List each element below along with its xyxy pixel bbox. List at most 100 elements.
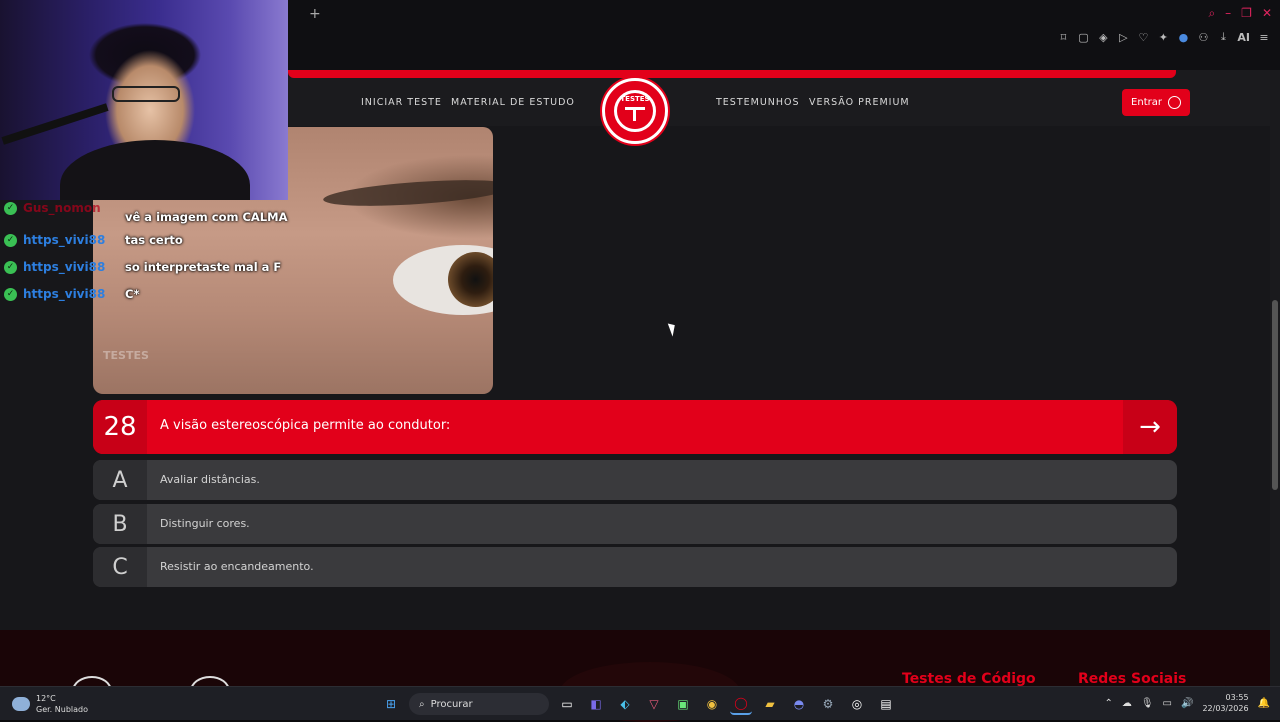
cloud-icon xyxy=(12,697,30,711)
start-button[interactable]: ⊞ xyxy=(380,693,402,715)
chat-username: https_vivi88 xyxy=(23,260,106,274)
app-icon-green[interactable]: ▣ xyxy=(672,693,694,715)
search-icon: ⌕ xyxy=(419,698,425,710)
page-scrollbar[interactable] xyxy=(1270,70,1280,686)
nav-link-versao-premium[interactable]: VERSÃO PREMIUM xyxy=(809,97,910,108)
streamer-body xyxy=(60,140,250,200)
chevron-up-icon[interactable]: ⌃ xyxy=(1104,698,1112,709)
nav-accent-bar xyxy=(288,70,1176,78)
chat-badge-icon: ✓ xyxy=(4,287,17,301)
time: 03:55 xyxy=(1225,693,1249,702)
chat-username: https_vivi88 xyxy=(23,287,106,301)
chat-text: C* xyxy=(125,287,140,301)
window-controls: ⌕ – ❐ ✕ xyxy=(1208,6,1272,21)
answer-letter: A xyxy=(93,460,147,500)
chat-username: https_vivi88 xyxy=(23,233,106,247)
obs-icon[interactable]: ◎ xyxy=(846,693,868,715)
notification-bell-icon[interactable]: 🔔 xyxy=(1258,698,1270,709)
pocket-icon[interactable]: ◈ xyxy=(1097,31,1109,44)
new-tab-button[interactable]: + xyxy=(309,6,321,22)
clock[interactable]: 03:55 22/03/2026 xyxy=(1202,692,1248,714)
search-placeholder: Procurar xyxy=(430,698,473,710)
chat-message: ✓ https_vivi88 xyxy=(4,230,105,250)
answer-letter: C xyxy=(93,547,147,587)
user-icon[interactable]: ⚇ xyxy=(1197,31,1209,44)
notepad-icon[interactable]: ▤ xyxy=(875,693,897,715)
app-icon-purple[interactable]: ◧ xyxy=(585,693,607,715)
minimize-button[interactable]: – xyxy=(1225,6,1231,21)
chat-badge-icon: ✓ xyxy=(4,233,17,247)
download-icon[interactable]: ⤓ xyxy=(1217,30,1229,44)
webcam-overlay xyxy=(0,0,288,200)
answer-option-a[interactable]: A Avaliar distâncias. xyxy=(93,460,1177,500)
footer-title-redes: Redes Sociais xyxy=(1078,671,1187,687)
windows-taskbar: 12°C Ger. Nublado ⊞ ⌕ Procurar ▭ ◧ ⬖ ▽ ▣… xyxy=(0,686,1280,720)
streamer-glasses xyxy=(112,86,180,102)
chat-message: ✓ https_vivi88 xyxy=(4,284,105,304)
date: 22/03/2026 xyxy=(1202,704,1249,713)
aria-ai-button[interactable]: AI xyxy=(1237,31,1250,44)
chat-text: so interpretaste mal a F xyxy=(125,260,282,274)
login-button[interactable]: Entrar xyxy=(1122,89,1190,116)
next-question-button[interactable]: → xyxy=(1123,400,1177,454)
extensions-icon[interactable]: ✦ xyxy=(1157,31,1169,44)
onedrive-icon[interactable]: ☁ xyxy=(1122,698,1132,709)
nav-link-iniciar-teste[interactable]: INICIAR TESTE xyxy=(361,97,442,108)
maximize-button[interactable]: ❐ xyxy=(1241,6,1252,21)
weather-widget[interactable]: 12°C Ger. Nublado xyxy=(12,693,88,715)
pin-icon[interactable]: ⌑ xyxy=(1057,31,1069,44)
scroll-thumb[interactable] xyxy=(1272,300,1278,490)
chrome-icon[interactable]: ◉ xyxy=(701,693,723,715)
weather-text: 12°C Ger. Nublado xyxy=(36,693,88,715)
close-button[interactable]: ✕ xyxy=(1262,6,1272,21)
microphone-arm xyxy=(1,103,109,145)
file-explorer-icon[interactable]: ▰ xyxy=(759,693,781,715)
weather-condition: Ger. Nublado xyxy=(36,705,88,714)
taskbar-apps: ⊞ ⌕ Procurar ▭ ◧ ⬖ ▽ ▣ ◉ ◯ ▰ ◓ ⚙ ◎ ▤ xyxy=(380,693,897,715)
chat-text: tas certo xyxy=(125,233,183,247)
app-icon-v[interactable]: ▽ xyxy=(643,693,665,715)
task-view-icon[interactable]: ▭ xyxy=(556,693,578,715)
footer-title-testes: Testes de Código xyxy=(902,671,1036,687)
answer-option-c[interactable]: C Resistir ao encandeamento. xyxy=(93,547,1177,587)
user-icon xyxy=(1167,96,1181,109)
menu-icon[interactable]: ≡ xyxy=(1258,31,1270,44)
app-icon-stripe[interactable]: ⬖ xyxy=(614,693,636,715)
answer-option-b[interactable]: B Distinguir cores. xyxy=(93,504,1177,544)
opera-gx-icon[interactable]: ◯ xyxy=(730,693,752,715)
question-text: A visão estereoscópica permite ao condut… xyxy=(160,418,451,433)
chat-username: Gus_nomon xyxy=(23,201,101,215)
network-icon[interactable]: ▭ xyxy=(1163,698,1172,709)
site-footer: Testes de Código Redes Sociais xyxy=(0,630,1270,722)
chat-message: ✓ https_vivi88 xyxy=(4,257,105,277)
nav-link-material-estudo[interactable]: MATERIAL DE ESTUDO xyxy=(451,97,575,108)
eyebrow xyxy=(322,175,493,211)
answer-letter: B xyxy=(93,504,147,544)
taskbar-search[interactable]: ⌕ Procurar xyxy=(409,693,549,715)
cube-icon[interactable]: ● xyxy=(1177,31,1189,44)
temperature: 12°C xyxy=(36,694,56,703)
question-bar: 28 A visão estereoscópica permite ao con… xyxy=(93,400,1177,454)
system-tray: ⌃ ☁ 🎙 ▭ 🔊 03:55 22/03/2026 🔔 xyxy=(1104,692,1270,714)
chat-text: vê a imagem com CALMA xyxy=(125,210,288,224)
toolbar-icons: ⌑ ▢ ◈ ▷ ♡ ✦ ● ⚇ ⤓ AI ≡ xyxy=(1057,30,1270,44)
volume-icon[interactable]: 🔊 xyxy=(1181,698,1193,709)
answer-text: Distinguir cores. xyxy=(160,517,250,530)
site-logo[interactable]: TESTES xyxy=(602,78,668,144)
steam-icon[interactable]: ⚙ xyxy=(817,693,839,715)
play-icon[interactable]: ▷ xyxy=(1117,31,1129,44)
discord-icon[interactable]: ◓ xyxy=(788,693,810,715)
heart-icon[interactable]: ♡ xyxy=(1137,31,1149,44)
screenshot-icon[interactable]: ▢ xyxy=(1077,31,1089,44)
chat-message: ✓ Gus_nomon xyxy=(4,198,101,218)
question-number: 28 xyxy=(93,400,147,454)
chat-badge-icon: ✓ xyxy=(4,201,17,215)
logo-t-stem xyxy=(633,107,636,121)
nav-link-testemunhos[interactable]: TESTEMUNHOS xyxy=(716,97,800,108)
answer-text: Resistir ao encandeamento. xyxy=(160,560,314,573)
chat-badge-icon: ✓ xyxy=(4,260,17,274)
microphone-icon[interactable]: 🎙 xyxy=(1141,698,1154,709)
search-icon[interactable]: ⌕ xyxy=(1208,6,1215,21)
answer-text: Avaliar distâncias. xyxy=(160,473,260,486)
image-watermark: TESTES xyxy=(103,349,149,362)
